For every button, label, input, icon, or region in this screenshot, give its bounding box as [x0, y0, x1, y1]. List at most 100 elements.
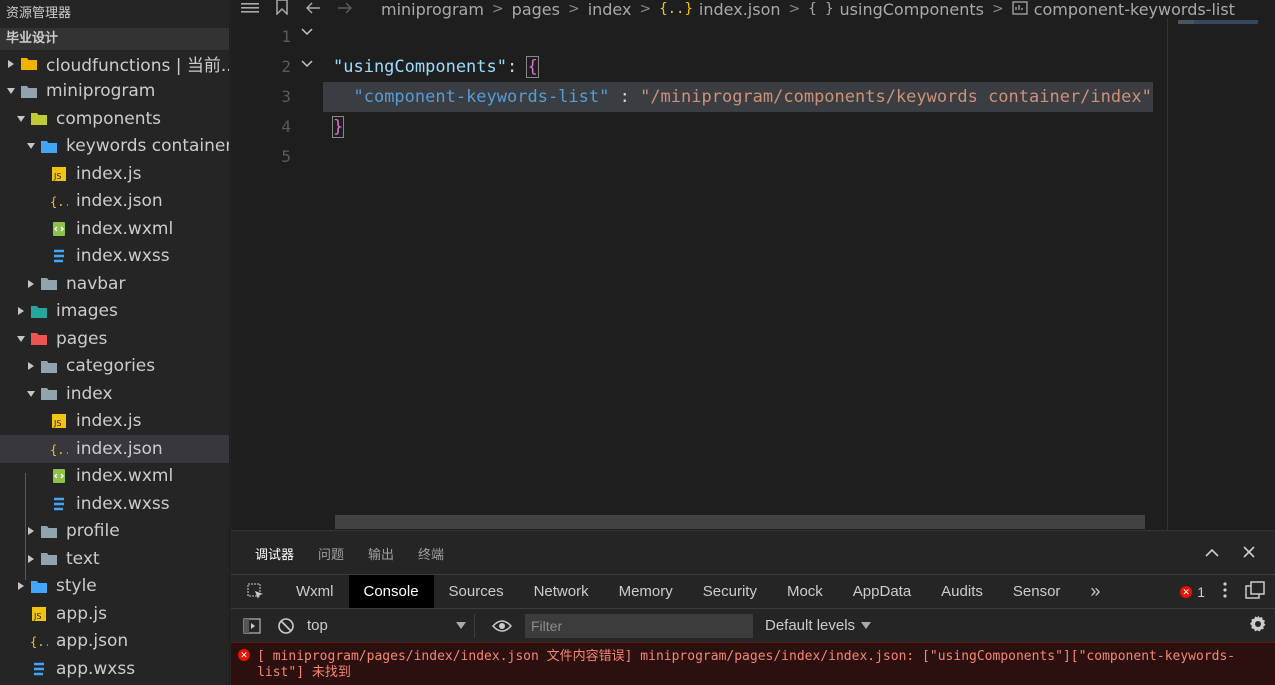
devtools-tab[interactable]: Sources [434, 575, 519, 608]
panel-tab[interactable]: 调试器 [255, 544, 294, 563]
panel-tabs: 调试器 问题 输出 终端 [231, 531, 1275, 576]
chevron-down-icon[interactable] [14, 112, 28, 126]
inspect-element-icon[interactable] [231, 575, 281, 608]
chevron-right-icon[interactable] [14, 579, 28, 593]
json-key: "usingComponents" [333, 57, 507, 77]
file-tree-item[interactable]: index [0, 380, 229, 408]
code-line[interactable]: 3 "component-keywords-list" : "/miniprog… [231, 82, 1167, 112]
undock-icon[interactable] [1245, 580, 1265, 603]
more-tabs-button[interactable]: » [1075, 575, 1115, 608]
file-tree-item[interactable]: components [0, 105, 229, 133]
kebab-menu-icon[interactable] [1223, 581, 1227, 602]
filter-input[interactable] [525, 613, 753, 638]
code-line[interactable]: 2 "usingComponents": { [231, 52, 1167, 82]
panel-controls [1205, 545, 1255, 563]
folder-open-icon [40, 386, 58, 402]
folder-icon [40, 551, 58, 567]
devtools-tab[interactable]: Mock [772, 575, 838, 608]
breadcrumb-item[interactable]: component-keywords-list [1034, 0, 1235, 19]
console-error-message: ✕ [ miniprogram/pages/index/index.json 文… [231, 642, 1275, 685]
devtools-tab[interactable]: AppData [838, 575, 926, 608]
chevron-right-icon[interactable] [24, 277, 38, 291]
error-count-badge[interactable]: ✕ 1 [1180, 584, 1205, 600]
chevron-down-icon[interactable] [24, 387, 38, 401]
file-tree-item[interactable]: keywords container [0, 133, 229, 161]
devtools-tab[interactable]: Security [688, 575, 772, 608]
close-brace: } [331, 116, 345, 138]
panel-tab[interactable]: 输出 [368, 544, 394, 563]
breadcrumb: miniprogram > pages > index > {..} index.json > {… [231, 0, 1275, 19]
maximize-panel-icon[interactable] [1205, 545, 1219, 563]
file-tree-item[interactable]: categories [0, 353, 229, 381]
file-tree-item[interactable]: style [0, 573, 229, 601]
back-arrow-icon[interactable] [305, 0, 321, 19]
file-tree-item[interactable]: {..} index.json [0, 188, 229, 216]
chevron-right-icon[interactable] [24, 359, 38, 373]
code-editor[interactable]: miniprogram > pages > index > {..} index.json > {… [231, 0, 1275, 530]
breadcrumb-item[interactable]: index.json [699, 0, 781, 19]
file-tree-item[interactable]: JS app.js [0, 600, 229, 628]
minimap-content [1178, 20, 1258, 24]
chevron-down-icon[interactable] [14, 332, 28, 346]
fold-chevron-icon[interactable] [301, 18, 313, 48]
chevron-right-icon[interactable] [4, 57, 18, 71]
code-line[interactable]: 4} [231, 112, 1167, 142]
breadcrumb-item[interactable]: pages [512, 0, 560, 19]
devtools-tab[interactable]: Network [519, 575, 604, 608]
explorer-sidebar: 资源管理器 毕业设计 cloudfunctions | 当前... minipro… [0, 0, 230, 685]
panel-tab[interactable]: 终端 [418, 544, 444, 563]
folder-pages-icon [30, 331, 48, 347]
file-tree-item[interactable]: navbar [0, 270, 229, 298]
file-tree-item[interactable]: {..} app.json [0, 628, 229, 656]
file-tree-item[interactable]: index.wxml [0, 215, 229, 243]
panel-tab[interactable]: 问题 [318, 544, 344, 563]
chevron-right-icon[interactable] [24, 552, 38, 566]
error-text: [ miniprogram/pages/index/index.json 文件内… [257, 649, 1236, 680]
breadcrumb-item[interactable]: index [588, 0, 632, 19]
file-tree-item[interactable]: cloudfunctions | 当前... [0, 50, 229, 78]
devtools-tab[interactable]: Sensor [998, 575, 1076, 608]
close-panel-icon[interactable] [1243, 545, 1255, 563]
devtools-tab[interactable]: Memory [604, 575, 688, 608]
devtools-tab[interactable]: Console [348, 575, 434, 608]
eye-icon[interactable] [489, 619, 515, 633]
file-tree-item[interactable]: index.wxss [0, 243, 229, 271]
file-tree-item[interactable]: index.wxss [0, 490, 229, 518]
file-tree-item[interactable]: JS index.js [0, 160, 229, 188]
file-tree-item[interactable]: profile [0, 518, 229, 546]
chevron-down-icon[interactable] [24, 139, 38, 153]
devtools-tab[interactable]: Audits [926, 575, 998, 608]
code-line[interactable]: 5 [231, 142, 1167, 172]
code-line[interactable]: 1 [231, 22, 1167, 52]
file-tree-item[interactable]: pages [0, 325, 229, 353]
file-tree-item[interactable]: images [0, 298, 229, 326]
file-tree-item[interactable]: miniprogram [0, 78, 229, 106]
code-lines[interactable]: 1 2 "usingComponents": {3 "component-keywo… [231, 22, 1167, 172]
bookmark-icon[interactable] [275, 0, 289, 19]
minimap[interactable] [1167, 18, 1275, 530]
chevron-down-icon[interactable] [4, 84, 18, 98]
chevron-right-icon[interactable] [14, 304, 28, 318]
breadcrumb-item[interactable]: miniprogram [381, 0, 484, 19]
file-tree-item[interactable]: app.wxss [0, 655, 229, 683]
devtools-tab[interactable]: Wxml [281, 575, 349, 608]
horizontal-scrollbar[interactable] [335, 515, 1145, 529]
fold-chevron-icon[interactable] [301, 50, 313, 80]
sidebar-toggle-icon[interactable] [239, 617, 265, 634]
context-selector[interactable]: top [307, 613, 475, 638]
project-name[interactable]: 毕业设计 [0, 28, 229, 50]
file-tree-item[interactable]: {..} index.json [0, 435, 229, 463]
file-tree-item[interactable]: text [0, 545, 229, 573]
file-tree-item[interactable]: JS index.js [0, 408, 229, 436]
file-tree-item[interactable]: index.wxml [0, 463, 229, 491]
clear-console-icon[interactable] [273, 617, 299, 635]
chevron-right-icon[interactable] [24, 524, 38, 538]
folder-open-icon [20, 83, 38, 99]
file-tree-label: categories [66, 356, 156, 377]
breadcrumb-item[interactable]: usingComponents [840, 0, 984, 19]
folder-icon [40, 358, 58, 374]
list-icon[interactable] [241, 0, 259, 19]
forward-arrow-icon[interactable] [337, 0, 353, 19]
gear-icon[interactable] [1249, 615, 1267, 637]
log-levels-dropdown[interactable]: Default levels [765, 617, 872, 634]
